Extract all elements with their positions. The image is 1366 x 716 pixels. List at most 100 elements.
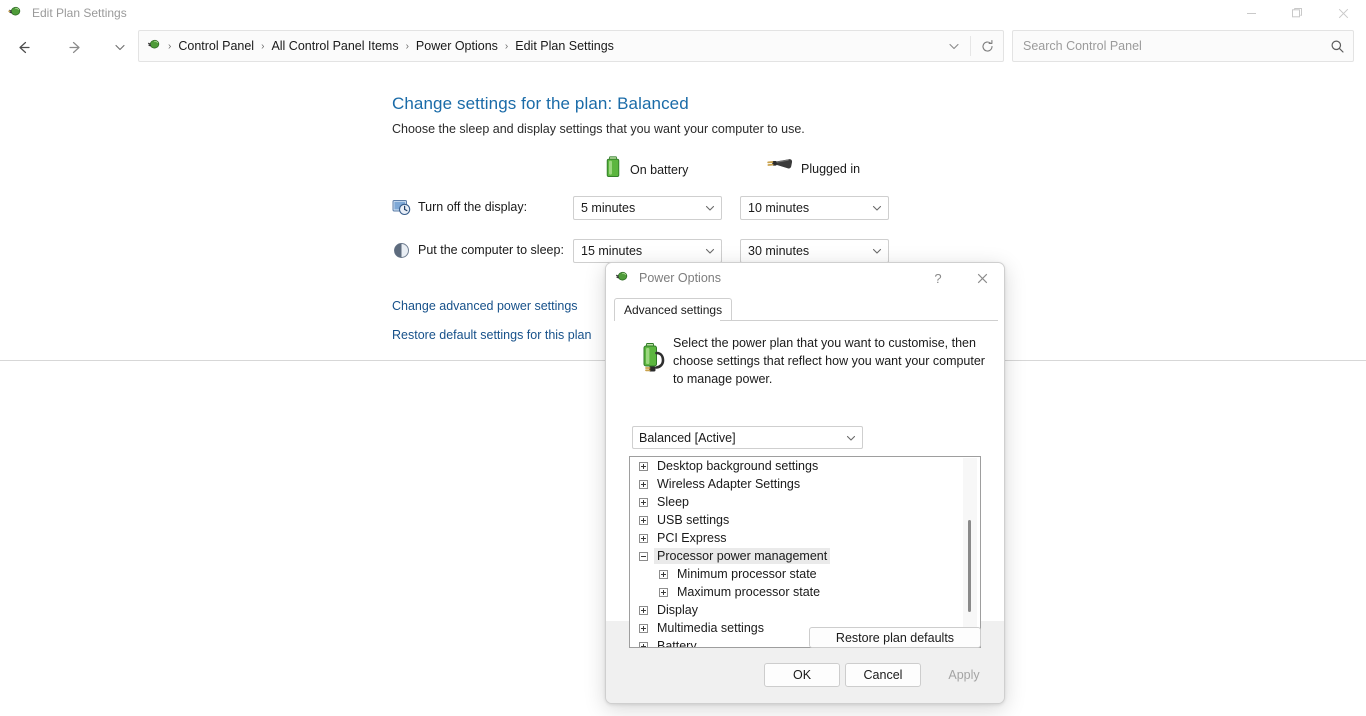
search-icon[interactable] xyxy=(1321,39,1353,54)
chevron-down-icon xyxy=(699,202,721,214)
display-battery-combobox[interactable]: 5 minutes xyxy=(573,196,722,220)
breadcrumb-item-all-control-panel-items[interactable]: All Control Panel Items xyxy=(265,37,404,55)
chevron-down-icon[interactable] xyxy=(938,31,970,61)
search-placeholder: Search Control Panel xyxy=(1023,39,1142,53)
refresh-icon[interactable] xyxy=(971,31,1003,61)
dialog-title-bar: Power Options ? xyxy=(606,263,1004,293)
tree-item-label: Wireless Adapter Settings xyxy=(657,477,801,491)
expand-icon[interactable] xyxy=(659,587,668,597)
sleep-plugged-combobox[interactable]: 30 minutes xyxy=(740,239,889,263)
tree-item[interactable]: Minimum processor state xyxy=(630,565,980,583)
dialog-title: Power Options xyxy=(639,271,721,285)
breadcrumb: › Control Panel › All Control Panel Item… xyxy=(167,37,938,55)
setting-row-label: Turn off the display: xyxy=(418,200,528,214)
collapse-icon[interactable] xyxy=(639,551,648,561)
expand-icon[interactable] xyxy=(639,479,648,489)
tree-items: Desktop background settings Wireless Adap… xyxy=(630,457,980,648)
battery-icon xyxy=(604,156,622,183)
display-clock-icon xyxy=(392,198,412,218)
expand-icon[interactable] xyxy=(639,605,648,615)
tree-scrollbar-thumb[interactable] xyxy=(968,520,971,612)
window-title: Edit Plan Settings xyxy=(32,6,127,20)
chevron-down-icon xyxy=(866,245,888,257)
link-restore-default-settings[interactable]: Restore default settings for this plan xyxy=(392,328,591,342)
tree-item-label: USB settings xyxy=(657,513,730,527)
restore-plan-defaults-button[interactable]: Restore plan defaults xyxy=(809,627,981,648)
edit-plan-settings-window: Edit Plan Settings › Control Panel › All… xyxy=(0,0,1366,716)
tree-item-label: Processor power management xyxy=(654,548,831,564)
tree-item[interactable]: Processor power management xyxy=(630,547,980,565)
battery-plug-icon xyxy=(636,341,670,375)
tab-underline-mask xyxy=(615,320,720,321)
tree-item[interactable]: Display xyxy=(630,601,980,619)
tree-item[interactable]: Wireless Adapter Settings xyxy=(630,475,980,493)
apply-label: Apply xyxy=(948,668,980,682)
chevron-down-icon xyxy=(840,432,862,444)
sleep-battery-combobox[interactable]: 15 minutes xyxy=(573,239,722,263)
window-controls xyxy=(1228,0,1366,26)
recent-locations-button[interactable] xyxy=(105,32,135,62)
tree-item[interactable]: PCI Express xyxy=(630,529,980,547)
combobox-value: 15 minutes xyxy=(581,244,643,258)
power-plug-icon xyxy=(615,270,631,286)
maximize-button[interactable] xyxy=(1274,0,1320,26)
expand-icon[interactable] xyxy=(639,623,648,633)
breadcrumb-item-control-panel[interactable]: Control Panel xyxy=(172,37,260,55)
column-header-label: On battery xyxy=(630,162,689,177)
tree-scrollbar[interactable] xyxy=(963,458,977,647)
expand-icon[interactable] xyxy=(639,497,648,507)
advanced-settings-tree[interactable]: Desktop background settings Wireless Adap… xyxy=(629,456,981,648)
expand-icon[interactable] xyxy=(659,569,668,579)
help-button[interactable]: ? xyxy=(916,263,960,293)
combobox-value: 10 minutes xyxy=(748,201,810,215)
expand-icon[interactable] xyxy=(639,515,648,525)
dialog-footer: OK Cancel Apply xyxy=(606,651,1004,703)
address-bar[interactable]: › Control Panel › All Control Panel Item… xyxy=(138,30,1004,62)
tab-label: Advanced settings xyxy=(624,303,723,317)
link-change-advanced-power-settings[interactable]: Change advanced power settings xyxy=(392,299,578,313)
power-plug-icon xyxy=(8,5,24,21)
power-plug-icon xyxy=(147,38,163,54)
tree-item[interactable]: Desktop background settings xyxy=(630,457,980,475)
dialog-title-buttons: ? xyxy=(916,263,1004,293)
tree-item-label: Battery xyxy=(657,639,697,648)
tree-item-label: Display xyxy=(657,603,698,617)
column-header-on-battery: On battery xyxy=(604,156,688,183)
breadcrumb-item-edit-plan-settings[interactable]: Edit Plan Settings xyxy=(509,37,620,55)
page-subtitle: Choose the sleep and display settings th… xyxy=(392,122,805,136)
tree-item-label: PCI Express xyxy=(657,531,727,545)
tree-item[interactable]: Sleep xyxy=(630,493,980,511)
tab-advanced-settings[interactable]: Advanced settings xyxy=(614,298,733,321)
ok-button[interactable]: OK xyxy=(764,663,840,687)
tree-item-label: Sleep xyxy=(657,495,689,509)
close-button[interactable] xyxy=(1320,0,1366,26)
tree-item-label: Maximum processor state xyxy=(677,585,821,599)
ok-label: OK xyxy=(792,668,812,682)
tree-item-label: Minimum processor state xyxy=(677,567,817,581)
search-input[interactable]: Search Control Panel xyxy=(1012,30,1354,62)
expand-icon[interactable] xyxy=(639,641,648,647)
minimize-button[interactable] xyxy=(1228,0,1274,26)
power-plug-icon xyxy=(767,156,793,181)
window-title-bar: Edit Plan Settings xyxy=(0,0,1366,26)
setting-row-label: Put the computer to sleep: xyxy=(418,243,564,257)
sleep-moon-icon xyxy=(392,241,412,261)
tree-item-label: Multimedia settings xyxy=(657,621,764,635)
expand-icon[interactable] xyxy=(639,533,648,543)
page-title: Change settings for the plan: Balanced xyxy=(392,94,689,113)
power-options-dialog: Power Options ? Advanced settings Select… xyxy=(605,262,1005,704)
dialog-close-button[interactable] xyxy=(960,263,1004,293)
tree-item[interactable]: USB settings xyxy=(630,511,980,529)
expand-icon[interactable] xyxy=(639,461,648,471)
breadcrumb-item-power-options[interactable]: Power Options xyxy=(410,37,504,55)
back-button[interactable] xyxy=(8,32,38,62)
combobox-value: 5 minutes xyxy=(581,201,636,215)
address-bar-actions xyxy=(938,31,1003,61)
tree-item-label: Desktop background settings xyxy=(657,459,819,473)
cancel-button[interactable]: Cancel xyxy=(845,663,921,687)
display-plugged-combobox[interactable]: 10 minutes xyxy=(740,196,889,220)
forward-button[interactable] xyxy=(60,32,90,62)
tree-item[interactable]: Maximum processor state xyxy=(630,583,980,601)
apply-button: Apply xyxy=(926,663,1002,687)
power-plan-select[interactable]: Balanced [Active] xyxy=(632,426,863,449)
